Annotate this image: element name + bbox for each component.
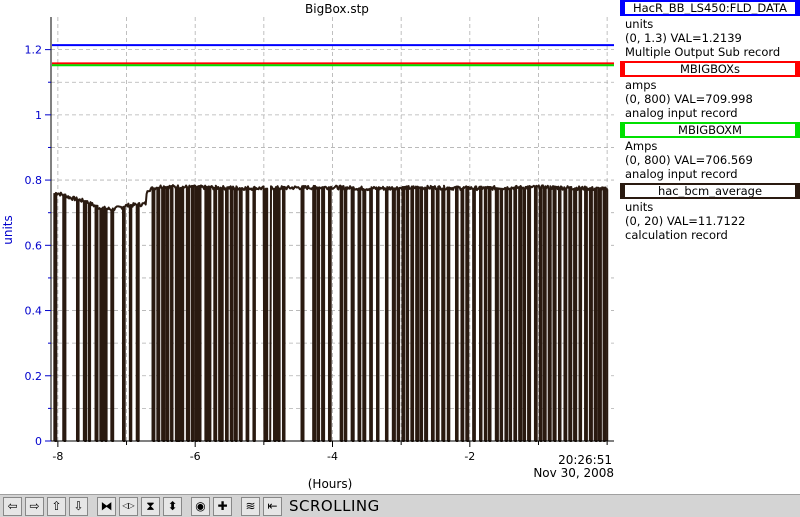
legend-range: (0, 800) VAL=709.998	[625, 92, 753, 106]
zoom-out-x-icon: ◁▷	[122, 501, 135, 510]
legend-units: amps	[625, 78, 657, 92]
y-tick-label: 0.2	[25, 370, 43, 383]
pan-down-button[interactable]: ⇩	[69, 496, 88, 516]
legend-units: units	[625, 17, 654, 31]
pan-up-button[interactable]: ⇧	[47, 496, 66, 516]
scroll-mode-button[interactable]: ⇤	[263, 496, 282, 516]
y-tick-label: 0.8	[25, 174, 43, 187]
legend-header[interactable]: MBIGBOXs	[620, 61, 800, 77]
zoom-out-y-icon: ⬍	[167, 499, 178, 513]
legend-entry-bcm-average[interactable]: hac_bcm_average units (0, 20) VAL=11.712…	[620, 183, 800, 242]
zoom-out-y-button[interactable]: ⬍	[163, 496, 182, 516]
y-tick-label: 1	[35, 109, 42, 122]
legend-header[interactable]: HacR_BB_LS450:FLD_DATA	[620, 0, 800, 16]
legend-entry-fld-data[interactable]: HacR_BB_LS450:FLD_DATA units (0, 1.3) VA…	[620, 0, 800, 59]
date-label: Nov 30, 2008	[533, 466, 614, 480]
style-button[interactable]: ≋	[241, 496, 260, 516]
legend-units: Amps	[625, 139, 658, 153]
x-axis-label: (Hours)	[308, 477, 353, 491]
arrow-right-icon: ⇨	[29, 499, 40, 513]
legend-entry-mbigboxs[interactable]: MBIGBOXs amps (0, 800) VAL=709.998 analo…	[620, 61, 800, 120]
y-tick-label: 0.4	[25, 305, 43, 318]
legend-header[interactable]: hac_bcm_average	[620, 183, 800, 199]
waveform-icon: ≋	[245, 499, 256, 513]
zoom-in-x-icon: ⧓	[100, 499, 113, 513]
x-tick-label: -4	[327, 450, 338, 463]
y-axis-label: units	[1, 215, 15, 245]
chart-title: BigBox.stp	[305, 2, 369, 16]
legend-units: units	[625, 200, 654, 214]
legend-record: analog input record	[625, 167, 738, 181]
legend-record: analog input record	[625, 106, 738, 120]
legend-record: Multiple Output Sub record	[625, 45, 781, 59]
pan-right-button[interactable]: ⇨	[25, 496, 44, 516]
toolbar: ⇦ ⇨ ⇧ ⇩ ⧓ ◁▷ ⧗ ⬍ ◉ ✚ ≋ ⇤ SCROLLING	[0, 494, 800, 517]
status-text: SCROLLING	[289, 497, 380, 515]
arrow-down-icon: ⇩	[73, 499, 84, 513]
y-tick-label: 0	[35, 435, 42, 448]
legend: HacR_BB_LS450:FLD_DATA units (0, 1.3) VA…	[620, 0, 800, 244]
plus-icon: ✚	[217, 499, 228, 513]
auto-scale-button[interactable]: ◉	[191, 496, 210, 516]
legend-range: (0, 20) VAL=11.7122	[625, 214, 746, 228]
x-tick-label: -8	[52, 450, 63, 463]
zoom-in-x-button[interactable]: ⧓	[97, 496, 116, 516]
legend-entry-mbigboxm[interactable]: MBIGBOXM Amps (0, 800) VAL=706.569 analo…	[620, 122, 800, 181]
arrow-up-icon: ⇧	[51, 499, 62, 513]
time-label: 20:26:51	[558, 453, 612, 467]
y-tick-label: 1.2	[25, 44, 43, 57]
zoom-in-y-icon: ⧗	[146, 499, 155, 513]
x-tick-label: -2	[464, 450, 475, 463]
zoom-in-y-button[interactable]: ⧗	[141, 496, 160, 516]
target-icon: ◉	[195, 499, 206, 513]
scroll-icon: ⇤	[267, 499, 278, 513]
arrow-left-icon: ⇦	[7, 499, 18, 513]
chart[interactable]: BigBox.stp 0 0.2 0.4 0.6 0.8 1 1.2 -8 -6 -4 -2 uni…	[0, 0, 620, 494]
legend-range: (0, 1.3) VAL=1.2139	[625, 31, 742, 45]
y-tick-label: 0.6	[25, 239, 43, 252]
legend-record: calculation record	[625, 228, 728, 242]
legend-range: (0, 800) VAL=706.569	[625, 153, 753, 167]
series-layer	[52, 44, 614, 442]
legend-header[interactable]: MBIGBOXM	[620, 122, 800, 138]
center-button[interactable]: ✚	[213, 496, 232, 516]
pan-left-button[interactable]: ⇦	[3, 496, 22, 516]
zoom-out-x-button[interactable]: ◁▷	[119, 496, 138, 516]
x-tick-label: -6	[190, 450, 201, 463]
